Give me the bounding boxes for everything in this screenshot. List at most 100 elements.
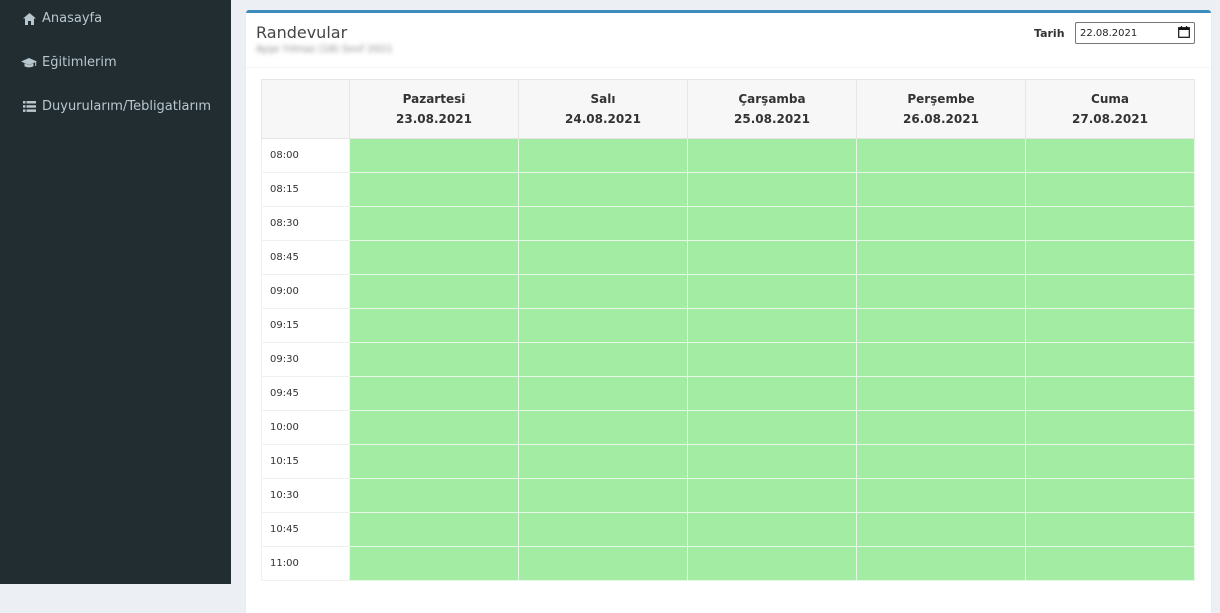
time-row: 09:45 [261, 376, 1195, 411]
appointment-slot[interactable] [1025, 206, 1195, 241]
appointment-slot[interactable] [1025, 274, 1195, 309]
appointment-slot[interactable] [856, 546, 1026, 581]
appointment-slot[interactable] [687, 138, 857, 173]
appointment-slot[interactable] [856, 206, 1026, 241]
appointment-slot[interactable] [518, 444, 688, 479]
appointment-slot[interactable] [856, 274, 1026, 309]
appointment-slot[interactable] [1025, 376, 1195, 411]
appointment-slot[interactable] [349, 376, 519, 411]
appointment-slot[interactable] [518, 138, 688, 173]
sidebar-item-egitimlerim[interactable]: Eğitimlerim [21, 55, 117, 70]
appointment-slot[interactable] [687, 342, 857, 377]
appointment-slot[interactable] [518, 546, 688, 581]
sidebar-item-anasayfa[interactable]: Anasayfa [21, 11, 102, 26]
appointment-slot[interactable] [1025, 240, 1195, 275]
appointment-slot[interactable] [856, 172, 1026, 207]
appointment-slot[interactable] [518, 410, 688, 445]
day-name: Cuma [1091, 92, 1129, 106]
appointment-slot[interactable] [1025, 546, 1195, 581]
appointment-slot[interactable] [349, 342, 519, 377]
time-label: 09:30 [261, 342, 350, 377]
appointment-slot[interactable] [856, 376, 1026, 411]
appointment-slot[interactable] [856, 444, 1026, 479]
time-row: 10:00 [261, 410, 1195, 445]
appointment-slot[interactable] [856, 308, 1026, 343]
appointment-slot[interactable] [518, 206, 688, 241]
time-row: 10:30 [261, 478, 1195, 513]
appointment-slot[interactable] [349, 172, 519, 207]
date-label: Tarih [1034, 27, 1065, 40]
time-label: 09:15 [261, 308, 350, 343]
appointment-slot[interactable] [687, 512, 857, 547]
appointment-slot[interactable] [518, 478, 688, 513]
appointment-slot[interactable] [1025, 138, 1195, 173]
schedule-table: Pazartesi 23.08.2021 Salı 24.08.2021 Çarşamb… [261, 79, 1195, 581]
panel-header: Randevular Ayşe Yılmaz (18) Sınıf 2021 T… [246, 13, 1211, 68]
time-label: 10:30 [261, 478, 350, 513]
appointment-slot[interactable] [687, 206, 857, 241]
appointment-slot[interactable] [518, 512, 688, 547]
appointment-slot[interactable] [518, 240, 688, 275]
time-label: 08:45 [261, 240, 350, 275]
time-row: 10:15 [261, 444, 1195, 479]
time-label: 09:45 [261, 376, 350, 411]
sidebar-item-duyurularim[interactable]: Duyurularım/Tebligatlarım [21, 99, 211, 114]
appointment-slot[interactable] [349, 206, 519, 241]
appointment-slot[interactable] [856, 240, 1026, 275]
day-header: Cuma 27.08.2021 [1025, 79, 1195, 139]
appointment-slot[interactable] [687, 478, 857, 513]
appointment-slot[interactable] [349, 478, 519, 513]
list-icon [21, 100, 37, 114]
appointment-slot[interactable] [518, 274, 688, 309]
appointment-slot[interactable] [687, 444, 857, 479]
sidebar: Anasayfa Eğitimlerim Duyurularım/Tebliga… [0, 0, 231, 584]
schedule-body: 08:00 08:15 08:30 08:45 09:00 09:15 09:30 09:45… [261, 138, 1195, 581]
appointment-slot[interactable] [349, 512, 519, 547]
appointment-slot[interactable] [856, 410, 1026, 445]
appointment-slot[interactable] [518, 342, 688, 377]
appointment-slot[interactable] [1025, 308, 1195, 343]
appointment-slot[interactable] [349, 138, 519, 173]
time-row: 09:15 [261, 308, 1195, 343]
appointment-slot[interactable] [1025, 410, 1195, 445]
sidebar-item-label: Duyurularım/Tebligatlarım [42, 99, 212, 114]
day-date: 24.08.2021 [565, 112, 641, 126]
appointment-slot[interactable] [687, 546, 857, 581]
calendar-icon[interactable] [1178, 25, 1190, 41]
appointment-slot[interactable] [1025, 172, 1195, 207]
appointment-slot[interactable] [349, 274, 519, 309]
time-row: 08:15 [261, 172, 1195, 207]
appointment-slot[interactable] [518, 172, 688, 207]
appointment-slot[interactable] [349, 444, 519, 479]
appointment-slot[interactable] [687, 410, 857, 445]
appointment-slot[interactable] [1025, 478, 1195, 513]
day-name: Pazartesi [402, 92, 466, 106]
appointment-slot[interactable] [687, 172, 857, 207]
appointment-slot[interactable] [687, 240, 857, 275]
appointment-slot[interactable] [687, 308, 857, 343]
appointment-slot[interactable] [687, 274, 857, 309]
appointment-slot[interactable] [856, 512, 1026, 547]
appointment-slot[interactable] [349, 546, 519, 581]
appointment-slot[interactable] [518, 376, 688, 411]
appointment-slot[interactable] [349, 308, 519, 343]
appointment-slot[interactable] [518, 308, 688, 343]
appointment-slot[interactable] [349, 410, 519, 445]
appointment-slot[interactable] [856, 342, 1026, 377]
appointment-slot[interactable] [1025, 512, 1195, 547]
appointment-slot[interactable] [1025, 444, 1195, 479]
date-field[interactable]: 22.08.2021 [1075, 22, 1195, 44]
time-row: 09:30 [261, 342, 1195, 377]
date-value: 22.08.2021 [1080, 27, 1138, 39]
day-name: Perşembe [907, 92, 975, 106]
time-label: 10:15 [261, 444, 350, 479]
time-label: 10:00 [261, 410, 350, 445]
appointment-slot[interactable] [349, 240, 519, 275]
appointment-slot[interactable] [687, 376, 857, 411]
appointment-slot[interactable] [1025, 342, 1195, 377]
appointment-slot[interactable] [856, 138, 1026, 173]
appointment-slot[interactable] [856, 478, 1026, 513]
time-label: 10:45 [261, 512, 350, 547]
time-row: 08:45 [261, 240, 1195, 275]
day-date: 26.08.2021 [903, 112, 979, 126]
